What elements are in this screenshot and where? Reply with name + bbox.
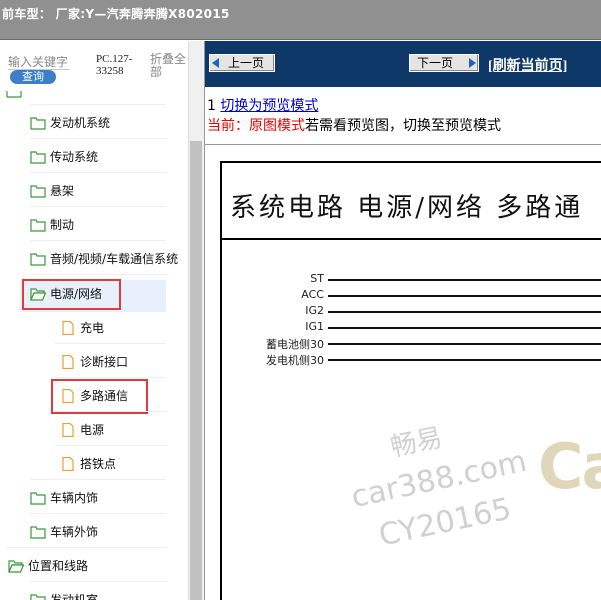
vehicle-title: 前车型： 厂家:Y—汽奔腾奔腾X802015	[2, 7, 230, 21]
mode-switch-line: 1 切换为预览模式	[207, 95, 318, 115]
preview-mode-link[interactable]: 切换为预览模式	[220, 98, 318, 114]
folder-icon	[30, 185, 46, 198]
diagram-title: 系统电路 电源/网络 多路通	[230, 193, 584, 223]
tree-view: 输入关键字 查询 PC.127-33258 折叠全部 发动机系统 传动系统 悬架…	[0, 41, 188, 600]
divider	[30, 172, 166, 173]
folder-open-icon	[8, 560, 24, 573]
folder-icon	[30, 151, 46, 164]
divider	[55, 411, 166, 412]
mode-hint: 若需看预览图，切换至预览模式	[305, 118, 501, 134]
tree-item-label: 发动机系统	[50, 116, 111, 130]
refresh-link[interactable]: [刷新当前页]	[488, 55, 567, 75]
signal-line	[328, 359, 601, 361]
tree-item-label: 音频/视频/车载通信系统	[50, 252, 179, 266]
tree-item-label: 诊断接口	[80, 355, 129, 369]
signal-line	[328, 295, 601, 297]
tree-item-label: 车辆内饰	[50, 491, 99, 505]
document-icon	[62, 423, 74, 437]
tree-item-label: 传动系统	[50, 150, 99, 164]
divider	[30, 581, 166, 582]
folder-icon	[30, 492, 46, 505]
tree-item-label: 电源	[80, 423, 105, 437]
signal-label: ACC	[301, 288, 324, 301]
folder-icon	[30, 594, 46, 600]
fold-all-button[interactable]: 折叠全部	[150, 53, 190, 79]
folder-icon	[6, 91, 22, 98]
highlight-box	[51, 379, 148, 414]
document-icon	[62, 321, 74, 335]
signal-line	[328, 327, 601, 329]
query-button[interactable]: 查询	[10, 70, 56, 84]
tree-item-label: 悬架	[50, 184, 75, 198]
folder-icon	[30, 219, 46, 232]
left-panel: 输入关键字 查询 PC.127-33258 折叠全部 发动机系统 传动系统 悬架…	[0, 41, 205, 600]
signal-line	[328, 279, 601, 281]
signal-line	[328, 343, 601, 345]
tree-item-label: 车辆外饰	[50, 525, 99, 539]
signal-label: 蓄电池侧30	[266, 338, 324, 351]
tree-item-label: 搭铁点	[80, 457, 117, 471]
diagram-divider	[222, 238, 601, 240]
signal-label: IG1	[305, 320, 324, 333]
watermark-logo: Ca	[538, 430, 601, 503]
tree-item-label: 位置和线路	[28, 559, 89, 573]
tree-item-label: 充电	[80, 321, 105, 335]
divider	[55, 445, 166, 446]
prev-page-button[interactable]: 上一页	[209, 54, 275, 72]
tree-item-label: 制动	[50, 218, 75, 232]
signal-label: ST	[310, 272, 324, 285]
divider	[55, 343, 166, 344]
divider	[30, 240, 166, 241]
next-page-button[interactable]: 下一页	[409, 54, 479, 72]
signal-line	[328, 311, 601, 313]
title-bar: 前车型： 厂家:Y—汽奔腾奔腾X802015	[0, 0, 601, 40]
arrow-left-icon	[212, 58, 219, 68]
current-mode-label: 当前：原图模式	[207, 118, 305, 134]
line-number: 1	[207, 98, 216, 114]
divider	[30, 138, 166, 139]
divider	[30, 104, 166, 105]
folder-icon	[30, 526, 46, 539]
divider	[30, 513, 166, 514]
highlight-box	[22, 279, 121, 310]
scrollbar-thumb[interactable]	[190, 141, 202, 600]
page-nav-bar: 上一页 下一页 [刷新当前页]	[205, 41, 601, 87]
divider	[30, 479, 166, 480]
divider	[30, 274, 166, 275]
arrow-right-icon	[469, 58, 476, 68]
folder-icon	[30, 117, 46, 130]
folder-icon	[30, 253, 46, 266]
divider	[205, 144, 601, 145]
tree-item-label: 发动机室	[50, 593, 99, 600]
divider	[30, 206, 166, 207]
document-icon	[62, 457, 74, 471]
pc-code: PC.127-33258	[96, 53, 133, 77]
signal-label: IG2	[305, 304, 324, 317]
divider	[55, 377, 166, 378]
search-input[interactable]: 输入关键字	[8, 53, 70, 70]
signal-label: 发电机侧30	[266, 354, 324, 367]
document-icon	[62, 355, 74, 369]
divider	[6, 547, 166, 548]
current-mode-line: 当前：原图模式若需看预览图，切换至预览模式	[207, 115, 501, 135]
